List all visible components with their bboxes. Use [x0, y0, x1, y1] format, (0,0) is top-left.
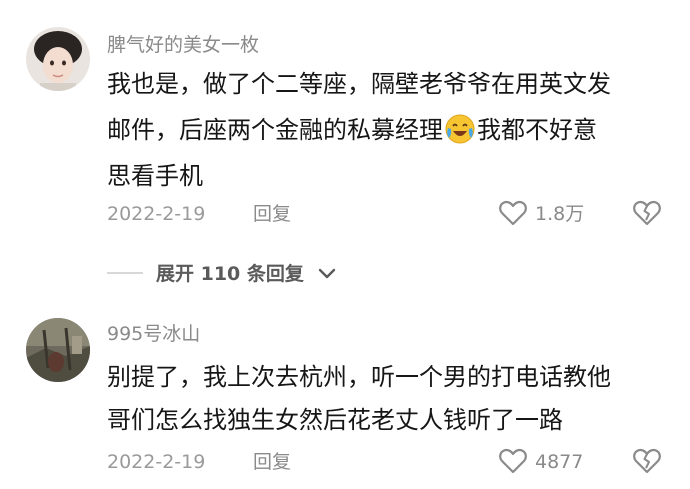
like-count: 1.8万 [535, 203, 585, 225]
comment-text-line: 邮件，后座两个金融的私募经理 我都不好意 [107, 114, 597, 146]
comment-text-line: 哥们怎么找独生女然后花老丈人钱听了一路 [107, 406, 563, 434]
chevron-down-icon[interactable] [318, 266, 336, 285]
avatar[interactable] [26, 318, 90, 382]
comment-date: 2022-2-19 [107, 451, 206, 473]
heart-icon[interactable] [499, 200, 527, 230]
crying-laughing-emoji-icon [445, 114, 475, 144]
divider [107, 272, 143, 274]
avatar[interactable] [26, 27, 90, 91]
comment-text-line: 我也是，做了个二等座，隔壁老爷爷在用英文发 [107, 70, 611, 98]
comment-text-segment: 我都不好意 [477, 116, 597, 144]
broken-heart-icon[interactable] [633, 448, 661, 478]
comment-text-line: 思看手机 [107, 162, 203, 190]
comment-username[interactable]: 995号冰山 [107, 322, 200, 346]
comment-username[interactable]: 脾气好的美女一枚 [107, 33, 259, 57]
comment-date: 2022-2-19 [107, 203, 206, 225]
reply-button[interactable]: 回复 [253, 450, 291, 474]
reply-button[interactable]: 回复 [253, 202, 291, 226]
comment-text-segment: 邮件，后座两个金融的私募经理 [107, 116, 443, 144]
broken-heart-icon[interactable] [633, 200, 661, 230]
comment-text-line: 别提了，我上次去杭州，听一个男的打电话教他 [107, 363, 611, 391]
heart-icon[interactable] [499, 448, 527, 478]
expand-replies-button[interactable]: 展开 110 条回复 [156, 262, 304, 286]
like-count: 4877 [535, 451, 584, 473]
